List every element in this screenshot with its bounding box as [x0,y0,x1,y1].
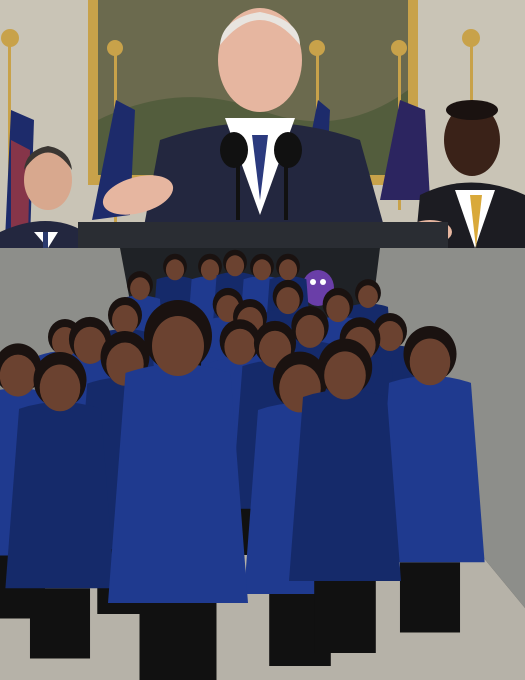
face [252,259,272,281]
face [152,316,204,376]
black-pants [314,581,376,653]
face [39,364,81,412]
black-pants [139,603,217,680]
face [278,259,298,281]
press-briefing-photo [0,0,525,248]
face [165,259,185,281]
blue-dress [108,364,248,603]
face [326,295,350,323]
face [324,351,366,400]
face [377,321,403,351]
face [225,255,245,277]
face [0,354,37,397]
blue-dress [289,389,401,581]
face [200,259,220,281]
face [409,338,451,386]
crowd-procession-photo [0,248,525,680]
face [358,285,378,309]
face [112,305,138,335]
black-pants [29,588,91,659]
blue-dress [5,401,115,589]
meme-image [0,0,525,680]
face [295,314,325,348]
press-briefing-scene [0,0,525,248]
face [276,287,300,315]
face [130,277,150,301]
podium [78,222,448,248]
face [224,328,256,365]
black-pants [399,562,461,633]
eagle-finial [1,29,19,47]
crowd-procession-scene [0,248,525,680]
